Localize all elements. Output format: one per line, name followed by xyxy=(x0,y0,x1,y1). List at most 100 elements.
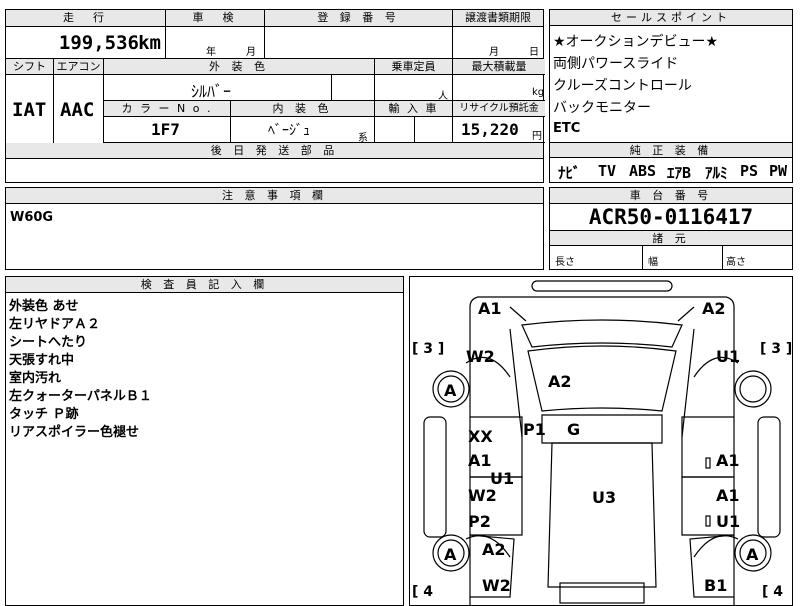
parts-header: 後 日 発 送 部 品 xyxy=(6,143,543,159)
equipment-header: 純 正 装 備 xyxy=(550,142,792,158)
recycle-value: 15,220 xyxy=(461,120,519,139)
inspector-line-6: 左クォーターパネルＢ１ xyxy=(9,389,152,404)
mark-left-front-door-2: A1 xyxy=(468,451,492,470)
bracket-front-left: [ 3 ] xyxy=(412,341,445,357)
mark-left-pillar: P1 xyxy=(523,420,546,439)
cabin-shape xyxy=(547,442,657,588)
inspection-box: 車 検 年 月 xyxy=(165,9,265,59)
front-bumper-shape xyxy=(531,280,673,292)
shift-header: シフト xyxy=(6,59,54,75)
mileage-box: 走 行 199,536 km xyxy=(5,9,166,59)
recycle-header: リサイクル預託金 xyxy=(453,101,545,117)
width-label: 幅 xyxy=(648,257,658,268)
specs-box: シフト エアコン 外 装 色 乗車定員 最大積載量 IAT AAC ｼﾙﾊﾞｰ … xyxy=(5,58,545,183)
selling-point-4: バックモニター xyxy=(553,100,651,116)
mark-right-rear-door: A1 xyxy=(716,486,740,505)
selling-point-3: クルーズコントロール xyxy=(553,78,692,94)
mark-right-front-door: A1 xyxy=(716,451,740,470)
inspector-line-8: リアスポイラー色褪せ xyxy=(9,425,140,440)
shift-value: IAT xyxy=(12,99,47,121)
mileage-value: 199,536 xyxy=(58,32,139,54)
exterior-value: ｼﾙﾊﾞｰ xyxy=(191,82,232,101)
mark-windshield: A2 xyxy=(548,372,572,391)
mark-left-rear-door-1: W2 xyxy=(468,486,497,505)
inspector-line-5: 室内汚れ xyxy=(9,371,62,386)
selling-points-box: セールスポイント ★オークションデビュー★ 両側パワースライド クルーズコントロ… xyxy=(549,9,793,183)
equipment-pw: PW xyxy=(769,162,788,180)
mark-front-left: A1 xyxy=(478,299,502,318)
color-no-value: 1F7 xyxy=(151,120,180,139)
mark-left-rear: W2 xyxy=(482,576,511,595)
mileage-header: 走 行 xyxy=(6,10,165,27)
mark-left-fender: W2 xyxy=(466,347,495,366)
bracket-rear-right: [ 4 xyxy=(762,584,784,600)
inspector-line-4: 天張すれ中 xyxy=(9,353,75,368)
color-no-header: カ ラ ー N o . xyxy=(104,101,231,117)
inspector-line-7: タッチ Ｐ跡 xyxy=(9,407,79,422)
mark-wheel-rear-right: A xyxy=(746,545,759,564)
exterior-header: 外 装 色 xyxy=(104,59,375,75)
mark-right-rear-door-2: U1 xyxy=(716,512,741,531)
left-step xyxy=(423,416,447,538)
height-divider xyxy=(722,246,723,269)
mark-roof: U3 xyxy=(592,488,617,507)
equipment-navi: ﾅﾋﾞ xyxy=(558,164,581,182)
interior-header: 内 装 色 xyxy=(231,101,375,117)
registration-header: 登 録 番 号 xyxy=(265,10,452,27)
equipment-airbag: ｴｱB xyxy=(667,164,692,182)
mark-right-fender: U1 xyxy=(716,347,741,366)
notes-value: W60G xyxy=(10,210,54,225)
chassis-header: 車 台 番 号 xyxy=(550,188,792,204)
equipment-abs: ABS xyxy=(629,162,657,180)
right-step xyxy=(757,416,781,538)
rear-window-shape xyxy=(559,582,645,604)
bracket-rear-left: [ 4 xyxy=(412,584,434,600)
aircon-value: AAC xyxy=(60,99,95,121)
inspector-header: 検 査 員 記 入 欄 xyxy=(6,277,403,293)
selling-points-header: セールスポイント xyxy=(550,10,792,26)
transfer-header: 譲渡書類期限 xyxy=(453,10,543,27)
specs-header: 諸 元 xyxy=(550,230,792,246)
mark-left-front-door-1: XX xyxy=(468,427,493,446)
chassis-value: ACR50-0116417 xyxy=(588,205,754,229)
registration-box: 登 録 番 号 xyxy=(264,9,453,59)
notes-box: 注 意 事 項 欄 W60G xyxy=(5,187,544,270)
mark-front-right: A2 xyxy=(702,299,726,318)
inspector-line-3: シートへたり xyxy=(9,335,88,350)
interior-suffix: 系 xyxy=(358,133,368,144)
inspection-header: 車 検 xyxy=(166,10,264,27)
exterior-sub-cell xyxy=(331,75,375,101)
max-load-header: 最大積載量 xyxy=(453,59,545,75)
mark-wheel-front-left: A xyxy=(444,381,457,400)
mark-right-rear: B1 xyxy=(704,576,728,595)
aircon-header: エアコン xyxy=(54,59,104,75)
notes-header: 注 意 事 項 欄 xyxy=(6,188,543,204)
inspector-box: 検 査 員 記 入 欄 外装色 あせ 左リヤドアＡ２ シートへたり 天張すれ中 … xyxy=(5,276,404,606)
equipment-alumi: ｱﾙﾐ xyxy=(705,164,728,182)
mark-left-quarter: A2 xyxy=(482,540,506,559)
mark-glass: G xyxy=(567,420,581,439)
selling-point-1: ★オークションデビュー★ xyxy=(553,34,719,50)
recycle-unit: 円 xyxy=(532,131,542,142)
selling-point-5: ETC xyxy=(553,121,581,136)
capacity-header: 乗車定員 xyxy=(375,59,453,75)
import-sub-cell xyxy=(414,117,453,143)
equipment-ps: PS xyxy=(740,162,759,180)
equipment-tv: TV xyxy=(598,162,617,180)
inspector-line-2: 左リヤドアＡ２ xyxy=(9,317,101,332)
vehicle-diagram-box: A1 A2 W2 U1 A A2 XX A1 U1 P1 G A1 W2 A1 … xyxy=(409,276,793,606)
transfer-month-unit: 月 xyxy=(489,47,499,58)
transfer-day-unit: 日 xyxy=(529,47,539,58)
transfer-box: 譲渡書類期限 月 日 xyxy=(452,9,544,59)
mileage-unit: km xyxy=(138,32,161,54)
roof-shape xyxy=(541,414,663,444)
inspection-year-unit: 年 xyxy=(206,47,216,58)
width-divider xyxy=(642,246,643,269)
max-load-unit: kg xyxy=(532,87,545,98)
inspector-line-1: 外装色 あせ xyxy=(9,299,79,314)
mark-left-rear-door-2: P2 xyxy=(468,512,491,531)
hood-shape xyxy=(521,319,683,348)
interior-value: ﾍﾞｰｼﾞｭ xyxy=(268,123,310,139)
height-label: 高さ xyxy=(726,257,746,268)
length-label: 長さ xyxy=(555,257,575,268)
